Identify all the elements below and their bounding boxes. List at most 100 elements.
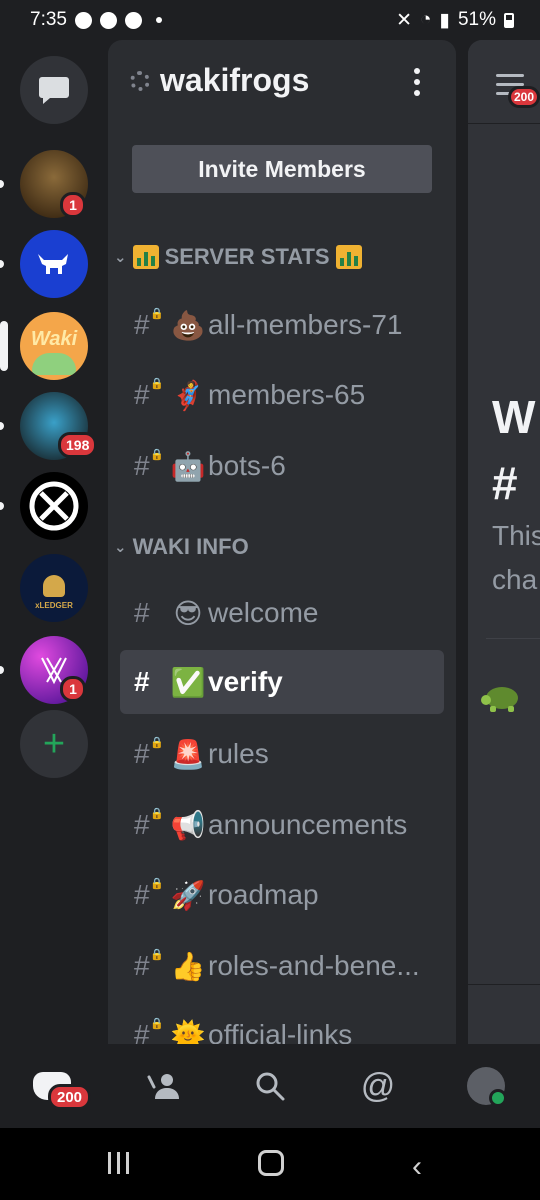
bar-chart-icon [132,245,159,269]
channel-name: announcements [208,809,408,840]
messenger-icon [74,11,92,29]
bull-logo-icon [20,230,88,298]
category-waki-info[interactable]: ⌄ WAKI INFO [114,534,249,560]
at-sign-icon: @ [360,1066,396,1105]
chat-topbar: 200 [468,40,540,124]
waki-logo-text: Waki [30,327,78,350]
recent-apps-button[interactable] [108,1152,129,1174]
server-header[interactable]: wakifrogs [130,62,309,99]
notification-dot-icon [155,17,162,23]
channel-hash-icon: # [134,666,150,697]
bar-chart-icon [335,245,362,269]
locked-channel-icon: # 🔒 [134,737,164,769]
battery-percent: 51% [457,9,496,30]
mute-icon: ✕ [396,9,413,31]
server-icon-4[interactable]: 198 [0,392,98,460]
mention-badge: 1 [60,192,86,218]
server-icon-5[interactable] [0,472,88,540]
chat-preview[interactable]: 200 W # This cha [468,40,540,1044]
megaphone-emoji-icon: 📢 [170,809,206,841]
server-icon-wakifrogs[interactable]: Waki [0,312,88,380]
messenger-icon-2 [124,11,142,29]
avatar [467,1067,507,1107]
unread-count-badge: 200 [508,86,540,108]
home-unread-badge: 200 [48,1084,92,1110]
channel-members[interactable]: # 🔒 🦸 members-65 [120,363,444,427]
thumbs-up-emoji-icon: 👍 [170,950,206,982]
turtle-emoji-icon [481,687,518,712]
search-tab[interactable] [250,1066,290,1106]
check-mark-emoji-icon: ✅ [170,666,206,698]
channel-welcome[interactable]: # 😎 welcome [120,581,444,645]
mention-badge: 1 [60,676,86,702]
channel-rules[interactable]: # 🔒 🚨 rules [120,722,444,786]
locked-channel-icon: # 🔒 [134,1018,164,1044]
x-logo-icon [20,472,88,540]
rocket-emoji-icon: 🚀 [170,879,206,911]
xledger-logo-text: xLEDGER [35,600,73,610]
xledger-avatar: xLEDGER [20,554,88,622]
home-button[interactable] [258,1150,284,1176]
chevron-down-icon: ⌄ [114,249,127,266]
server-icon-7[interactable]: 1 [0,636,88,704]
locked-channel-icon: # 🔒 [134,878,164,910]
divider [468,984,540,985]
plus-icon: + [20,710,88,778]
sun-emoji-icon: 🌞 [170,1019,206,1045]
locked-channel-icon: # 🔒 [134,949,164,981]
friends-tab[interactable] [144,1066,184,1106]
home-tab[interactable]: 200 [32,1066,92,1110]
channel-name: official-links [208,1019,353,1044]
channel-all-members[interactable]: # 🔒 💩 all-members-71 [120,293,444,357]
category-server-stats[interactable]: ⌄ SERVER STATS [114,244,362,270]
category-label: WAKI INFO [132,534,249,559]
channel-name: verify [208,666,283,697]
chat-bubble-icon [20,56,88,124]
locked-channel-icon: # 🔒 [134,378,164,410]
search-icon [256,1072,285,1101]
channel-name: rules [208,738,269,769]
channel-name: all-members-71 [208,309,403,340]
signal-icon: ▮ [439,9,450,31]
channel-name: roles-and-bene... [208,950,420,981]
direct-messages-button[interactable] [20,56,88,124]
channel-name: members-65 [208,379,366,410]
unread-pill [0,260,4,268]
server-icon-2[interactable] [0,230,88,298]
channel-roles-and-benefits[interactable]: # 🔒 👍 roles-and-bene... [120,934,444,998]
robot-emoji-icon: 🤖 [170,450,206,482]
channel-bots[interactable]: # 🔒 🤖 bots-6 [120,434,444,498]
channel-description-2: cha [492,564,538,595]
server-name: wakifrogs [160,62,310,98]
mentions-tab[interactable]: @ [358,1066,398,1106]
channel-official-links[interactable]: # 🔒 🌞 official-links [120,1003,444,1044]
channel-name: welcome [208,597,319,628]
status-time: 7:35 [30,9,67,30]
siren-emoji-icon: 🚨 [170,738,206,770]
locked-channel-icon: # 🔒 [134,808,164,840]
channel-announcements[interactable]: # 🔒 📢 announcements [120,793,444,857]
channel-name: bots-6 [208,450,286,481]
add-server-button[interactable]: + [20,710,88,778]
server-icon-xledger[interactable]: xLEDGER [20,554,88,622]
more-options-icon[interactable] [414,68,420,96]
channel-heading: # [492,457,518,509]
system-navigation-bar: ‹ [0,1128,540,1200]
unread-pill [0,502,4,510]
channel-hash-icon: # [134,597,150,628]
frog-icon [32,352,76,375]
poop-emoji-icon: 💩 [170,309,206,341]
channel-description: This [492,520,540,551]
category-label: SERVER STATS [164,244,330,269]
server-rail: 1 Waki 198 xLEDGER 1 + [0,40,108,1044]
helmet-icon [43,574,65,597]
locked-channel-icon: # 🔒 [134,449,164,481]
invite-members-button[interactable]: Invite Members [132,145,432,193]
channel-panel: wakifrogs Invite Members ⌄ SERVER STATS … [108,40,456,1044]
channel-roadmap[interactable]: # 🔒 🚀 roadmap [120,863,444,927]
back-button[interactable]: ‹ [412,1150,422,1184]
channel-verify[interactable]: # ✅ verify [120,650,444,714]
server-icon-1[interactable]: 1 [0,150,88,218]
unread-pill [0,422,4,430]
profile-tab[interactable] [466,1066,507,1107]
